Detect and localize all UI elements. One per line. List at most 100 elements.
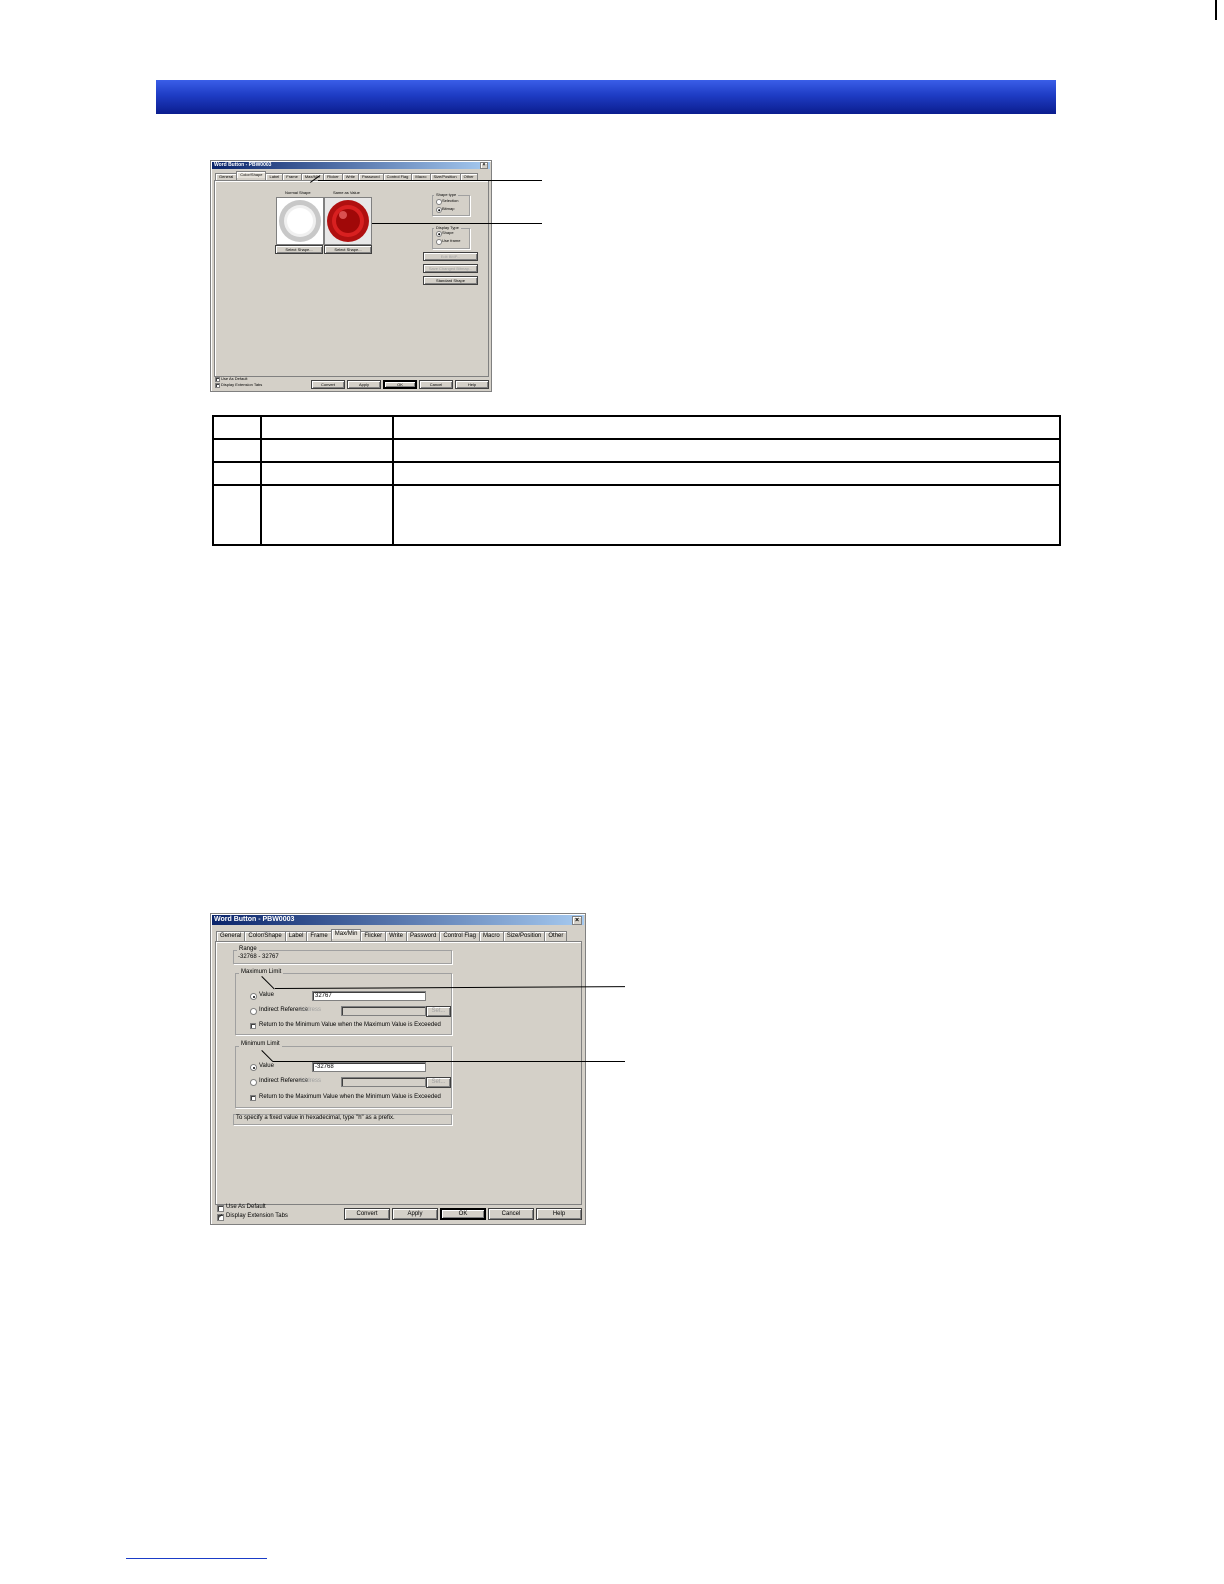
tab-control-flag[interactable]: Control Flag xyxy=(382,173,413,180)
same-value-label: Same as Value xyxy=(333,190,360,195)
tab-frame[interactable]: Frame xyxy=(282,173,302,180)
dialog-title: Word Button - PBW0003 xyxy=(214,162,272,168)
convert-button[interactable]: Convert xyxy=(344,1208,390,1220)
table-cell xyxy=(260,461,394,486)
table-cell xyxy=(392,415,1061,440)
min-value-label: Value xyxy=(259,1063,274,1069)
tab-macro[interactable]: Macro xyxy=(411,173,431,180)
red-lamp-icon xyxy=(327,200,369,242)
footer-link-underline xyxy=(126,1558,267,1559)
max-value-radio[interactable] xyxy=(250,993,257,1000)
tab-color-shape[interactable]: Color/Shape xyxy=(244,931,286,941)
tab-frame[interactable]: Frame xyxy=(306,931,332,941)
max-address-input[interactable] xyxy=(341,1006,426,1016)
edit-bmp-button[interactable]: Edit BMP... xyxy=(423,252,478,261)
tab-other[interactable]: Other xyxy=(459,173,478,180)
shape-option-label: Shape xyxy=(442,230,454,235)
table-row xyxy=(212,438,1061,463)
max-return-checkbox[interactable] xyxy=(250,1023,256,1029)
max-indirect-radio[interactable] xyxy=(250,1008,257,1015)
table-row xyxy=(212,461,1061,486)
min-value-input[interactable]: -32768 xyxy=(312,1062,426,1072)
callout-line-4 xyxy=(273,1061,625,1062)
tab-write[interactable]: Write xyxy=(385,931,407,941)
select-shape-button-2[interactable]: Select Shape... xyxy=(324,245,372,254)
table-cell xyxy=(212,415,262,440)
save-bitmap-button[interactable]: Save Changed Bitmap... xyxy=(423,264,478,273)
max-value-label: Value xyxy=(259,992,274,998)
section-header-bar xyxy=(156,80,1056,114)
min-address-input[interactable] xyxy=(341,1077,426,1087)
min-return-checkbox[interactable] xyxy=(250,1095,256,1101)
min-return-label: Return to the Maximum Value when the Min… xyxy=(259,1094,441,1100)
tab-label[interactable]: Label xyxy=(284,931,308,941)
dialog-title: Word Button - PBW0003 xyxy=(214,916,295,923)
dialog-titlebar: Word Button - PBW0003 × xyxy=(212,915,584,925)
shape-type-title: Shape type xyxy=(434,192,459,197)
callout-line-2 xyxy=(372,223,542,224)
tab-flicker[interactable]: Flicker xyxy=(360,931,387,941)
display-ext-tabs-checkbox[interactable] xyxy=(215,383,220,388)
convert-button[interactable]: Convert xyxy=(311,380,345,389)
tab-strip: General Color/Shape Label Frame Max/Min … xyxy=(216,929,568,941)
ok-button[interactable]: OK xyxy=(440,1208,486,1220)
max-value-input[interactable]: 32767 xyxy=(312,991,426,1001)
display-ext-tabs-checkbox[interactable]: ✓ xyxy=(217,1214,224,1221)
max-return-label: Return to the Minimum Value when the Max… xyxy=(259,1022,441,1028)
table-row xyxy=(212,484,1061,546)
select-shape-button-1[interactable]: Select Shape... xyxy=(275,245,323,254)
min-setting-button[interactable]: Set... xyxy=(426,1077,451,1088)
display-ext-tabs-label: Display Extension Tabs xyxy=(221,382,263,387)
tab-macro[interactable]: Macro xyxy=(479,931,504,941)
tab-flicker[interactable]: Flicker xyxy=(322,173,343,180)
max-setting-button[interactable]: Set... xyxy=(426,1006,451,1017)
close-icon[interactable]: × xyxy=(480,162,488,169)
help-button[interactable]: Help xyxy=(455,380,489,389)
tab-general[interactable]: General xyxy=(216,931,246,941)
max-address-label: Address xyxy=(299,1007,322,1013)
callout-line-1 xyxy=(318,180,542,181)
min-value-radio[interactable] xyxy=(250,1064,257,1071)
table-cell xyxy=(392,461,1061,486)
cancel-button[interactable]: Cancel xyxy=(488,1208,534,1220)
tab-size-position[interactable]: Size/Position xyxy=(429,173,461,180)
use-as-default-checkbox[interactable] xyxy=(215,377,220,382)
close-icon[interactable]: × xyxy=(572,916,582,925)
table-cell xyxy=(392,484,1061,546)
apply-button[interactable]: Apply xyxy=(347,380,381,389)
tab-other[interactable]: Other xyxy=(544,931,568,941)
dialog-titlebar: Word Button - PBW0003 × xyxy=(212,162,490,169)
normal-shape-preview[interactable] xyxy=(276,197,324,245)
tab-color-shape[interactable]: Color/Shape xyxy=(236,171,267,178)
tab-control-flag[interactable]: Control Flag xyxy=(439,931,481,941)
tab-max-min[interactable]: Max/Min xyxy=(330,929,362,939)
table-row xyxy=(212,415,1061,440)
same-value-preview[interactable] xyxy=(324,197,372,245)
table-cell xyxy=(260,415,394,440)
use-as-default-label: Use As Default xyxy=(226,1204,266,1210)
table-cell xyxy=(392,438,1061,463)
range-title: Range xyxy=(237,946,259,952)
normal-shape-label: Normal Shape xyxy=(285,190,311,195)
hex-hint-text: To specify a fixed value in hexadecimal,… xyxy=(236,1115,395,1121)
tab-write[interactable]: Write xyxy=(341,173,360,180)
table-cell xyxy=(260,484,394,546)
cancel-button[interactable]: Cancel xyxy=(419,380,453,389)
tab-password[interactable]: Password xyxy=(405,931,441,941)
use-as-default-checkbox[interactable] xyxy=(217,1205,224,1212)
range-value: -32768 - 32767 xyxy=(238,954,279,960)
use-frame-label: Use frame xyxy=(442,238,461,243)
tab-label[interactable]: Label xyxy=(265,173,284,180)
tab-password[interactable]: Password xyxy=(358,173,384,180)
tab-general[interactable]: General xyxy=(215,173,238,180)
ok-button[interactable]: OK xyxy=(383,380,417,389)
min-indirect-radio[interactable] xyxy=(250,1079,257,1086)
max-min-dialog: Word Button - PBW0003 × General Color/Sh… xyxy=(210,913,586,1225)
min-address-label: Address xyxy=(299,1078,322,1084)
description-table xyxy=(212,415,1061,546)
selection-label: Selection xyxy=(442,198,459,203)
tab-size-position[interactable]: Size/Position xyxy=(502,931,546,941)
apply-button[interactable]: Apply xyxy=(392,1208,438,1220)
help-button[interactable]: Help xyxy=(536,1208,582,1220)
standard-shape-button[interactable]: Standard Shape xyxy=(423,276,478,285)
